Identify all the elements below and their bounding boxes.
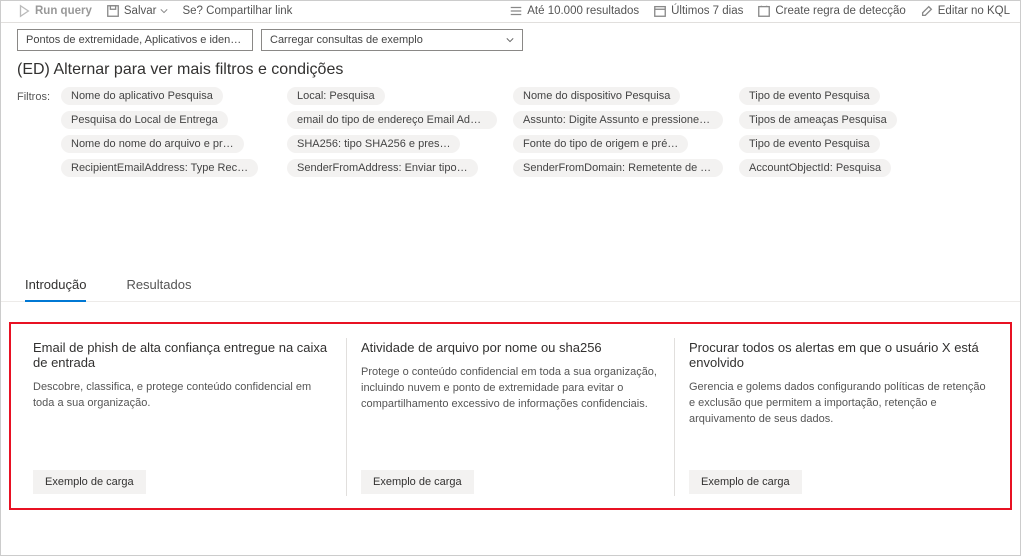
filter-chip[interactable]: SenderFromDomain: Remetente de Tipo — [513, 159, 723, 177]
share-link-button[interactable]: Se? Compartilhar link — [182, 5, 292, 17]
filter-chip[interactable]: AccountObjectId: Pesquisa — [739, 159, 891, 177]
filter-chip[interactable]: Local: Pesquisa — [287, 87, 385, 105]
results-limit-label: Até 10.000 resultados — [527, 5, 639, 17]
query-scope-row: Pontos de extremidade, Aplicativos e ide… — [1, 23, 1020, 59]
load-example-button[interactable]: Exemplo de carga — [689, 470, 802, 494]
card-description: Protege o conteúdo confidencial em toda … — [361, 365, 660, 413]
filter-chip[interactable]: Nome do nome do arquivo e pr… — [61, 135, 244, 153]
rule-icon — [757, 4, 771, 18]
intro-card: Atividade de arquivo por nome ou sha256 … — [346, 338, 674, 496]
filter-chip[interactable]: Tipos de ameaças Pesquisa — [739, 111, 897, 129]
edit-icon — [920, 4, 934, 18]
filter-chip[interactable]: Fonte do tipo de origem e pré… — [513, 135, 688, 153]
share-label: Se? Compartilhar link — [182, 5, 292, 17]
intro-card: Email de phish de alta confiança entregu… — [19, 338, 346, 496]
filter-chip[interactable]: Pesquisa do Local de Entrega — [61, 111, 228, 129]
load-example-button[interactable]: Exemplo de carga — [361, 470, 474, 494]
save-icon — [106, 4, 120, 18]
filter-chip[interactable]: email do tipo de endereço Email Addres… — [287, 111, 497, 129]
filter-chip[interactable]: Nome do dispositivo Pesquisa — [513, 87, 680, 105]
save-label: Salvar — [124, 5, 157, 17]
list-icon — [509, 4, 523, 18]
card-title: Procurar todos os alertas em que o usuár… — [689, 340, 988, 370]
card-description: Gerencia e golems dados configurando pol… — [689, 380, 988, 428]
sample-queries-dropdown[interactable]: Carregar consultas de exemplo — [261, 29, 523, 51]
create-rule-label: Create regra de detecção — [775, 5, 905, 17]
scope-selector[interactable]: Pontos de extremidade, Aplicativos e ide… — [17, 29, 253, 51]
filter-chip[interactable]: SHA256: tipo SHA256 e pres… — [287, 135, 460, 153]
top-toolbar: Run query Salvar Se? Compartilhar link A… — [1, 1, 1020, 23]
save-button[interactable]: Salvar — [106, 4, 169, 18]
run-query-label: Run query — [35, 5, 92, 17]
chevron-down-icon — [506, 36, 514, 44]
chevron-down-icon — [160, 7, 168, 15]
filters-label: Filtros: — [17, 87, 61, 177]
results-tabs: Introdução Resultados — [1, 271, 1020, 302]
filters-section: Filtros: Nome do aplicativo Pesquisa Loca… — [1, 87, 1020, 181]
scope-label: Pontos de extremidade, Aplicativos e ide… — [26, 34, 244, 46]
load-example-button[interactable]: Exemplo de carga — [33, 470, 146, 494]
filter-chip[interactable]: Tipo de evento Pesquisa — [739, 135, 880, 153]
results-limit-button[interactable]: Até 10.000 resultados — [509, 4, 639, 18]
sample-queries-label: Carregar consultas de exemplo — [270, 34, 423, 46]
filter-chip[interactable]: SenderFromAddress: Enviar tipo… — [287, 159, 478, 177]
tab-results[interactable]: Resultados — [126, 271, 191, 301]
tab-introduction[interactable]: Introdução — [25, 271, 86, 302]
filters-grid: Nome do aplicativo Pesquisa Local: Pesqui… — [61, 87, 949, 177]
filter-chip[interactable]: RecipientEmailAddress: Type Rec… — [61, 159, 258, 177]
edit-kql-label: Editar no KQL — [938, 5, 1010, 17]
filter-chip[interactable]: Tipo de evento Pesquisa — [739, 87, 880, 105]
intro-cards-container: Email de phish de alta confiança entregu… — [9, 322, 1012, 510]
card-description: Descobre, classifica, e protege conteúdo… — [33, 380, 332, 412]
intro-card: Procurar todos os alertas em que o usuár… — [674, 338, 1002, 496]
filter-chip[interactable]: Nome do aplicativo Pesquisa — [61, 87, 223, 105]
edit-kql-button[interactable]: Editar no KQL — [920, 4, 1010, 18]
run-query-button[interactable]: Run query — [17, 4, 92, 18]
play-icon — [17, 4, 31, 18]
card-title: Email de phish de alta confiança entregu… — [33, 340, 332, 370]
card-title: Atividade de arquivo por nome ou sha256 — [361, 340, 660, 355]
filter-chip[interactable]: Assunto: Digite Assunto e pressione … — [513, 111, 723, 129]
time-range-label: Últimos 7 dias — [671, 5, 743, 17]
create-detection-rule-button[interactable]: Create regra de detecção — [757, 4, 905, 18]
time-range-button[interactable]: Últimos 7 dias — [653, 4, 743, 18]
calendar-icon — [653, 4, 667, 18]
filters-heading: (ED) Alternar para ver mais filtros e co… — [1, 59, 1020, 87]
